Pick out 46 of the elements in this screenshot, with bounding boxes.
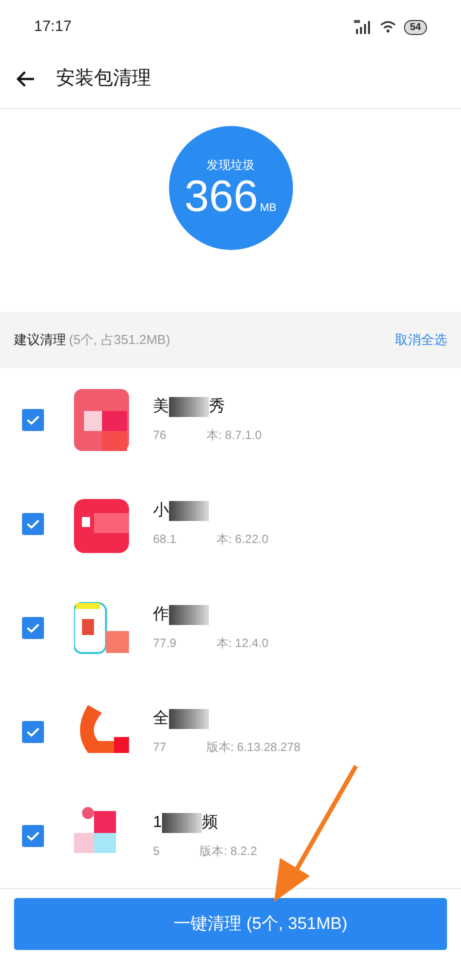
app-name: 1: [153, 813, 162, 834]
wifi-icon: [380, 21, 396, 34]
mosaic-block: [169, 397, 209, 418]
check-icon: [26, 623, 40, 634]
app-detail: 77: [153, 739, 166, 756]
check-icon: [26, 831, 40, 842]
app-detail: 本: 8.7.1.0: [206, 427, 262, 444]
deselect-all-link[interactable]: 取消全选: [395, 330, 447, 350]
checkbox[interactable]: [22, 617, 44, 640]
app-name: 作: [153, 605, 169, 626]
check-icon: [26, 727, 40, 738]
battery-indicator: 54: [404, 20, 427, 35]
page-title: 安装包清理: [56, 67, 151, 92]
app-detail: 本: 12.4.0: [216, 635, 268, 652]
mosaic-block: [169, 501, 209, 522]
app-detail: 版本: 8.2.2: [200, 843, 258, 860]
app-name: 频: [202, 813, 218, 834]
app-detail: 76: [153, 427, 166, 444]
junk-label: 发现垃圾: [206, 157, 254, 174]
checkbox[interactable]: [22, 409, 44, 432]
mosaic-block: [169, 605, 209, 626]
app-name: 小: [153, 500, 169, 522]
junk-size: 366: [184, 174, 258, 220]
app-name: 全: [153, 709, 169, 730]
app-detail: 68.1: [153, 531, 176, 548]
app-detail: 版本: 6.13.28.278: [206, 739, 300, 756]
mosaic-block: [169, 709, 209, 730]
clean-button[interactable]: 一键清理 (5个, 351MB): [14, 898, 447, 950]
status-time: 17:17: [34, 17, 72, 38]
app-name: 秀: [209, 396, 225, 418]
back-arrow-icon[interactable]: [16, 70, 36, 88]
checkbox[interactable]: [22, 825, 44, 848]
app-name: 美: [153, 396, 169, 418]
checkbox[interactable]: [22, 721, 44, 744]
app-detail: 本: 6.22.0: [216, 531, 268, 548]
mosaic-block: [162, 813, 202, 834]
signal-icon: [354, 20, 372, 34]
check-icon: [26, 415, 40, 426]
section-count: (5个, 占351.2MB): [69, 331, 170, 350]
app-icon: [74, 389, 129, 452]
app-detail: 5: [153, 843, 160, 860]
app-detail: 77.9: [153, 635, 176, 652]
section-title: 建议清理: [14, 331, 66, 350]
checkbox[interactable]: [22, 513, 44, 536]
check-icon: [26, 519, 40, 530]
size-unit: MB: [260, 200, 276, 216]
